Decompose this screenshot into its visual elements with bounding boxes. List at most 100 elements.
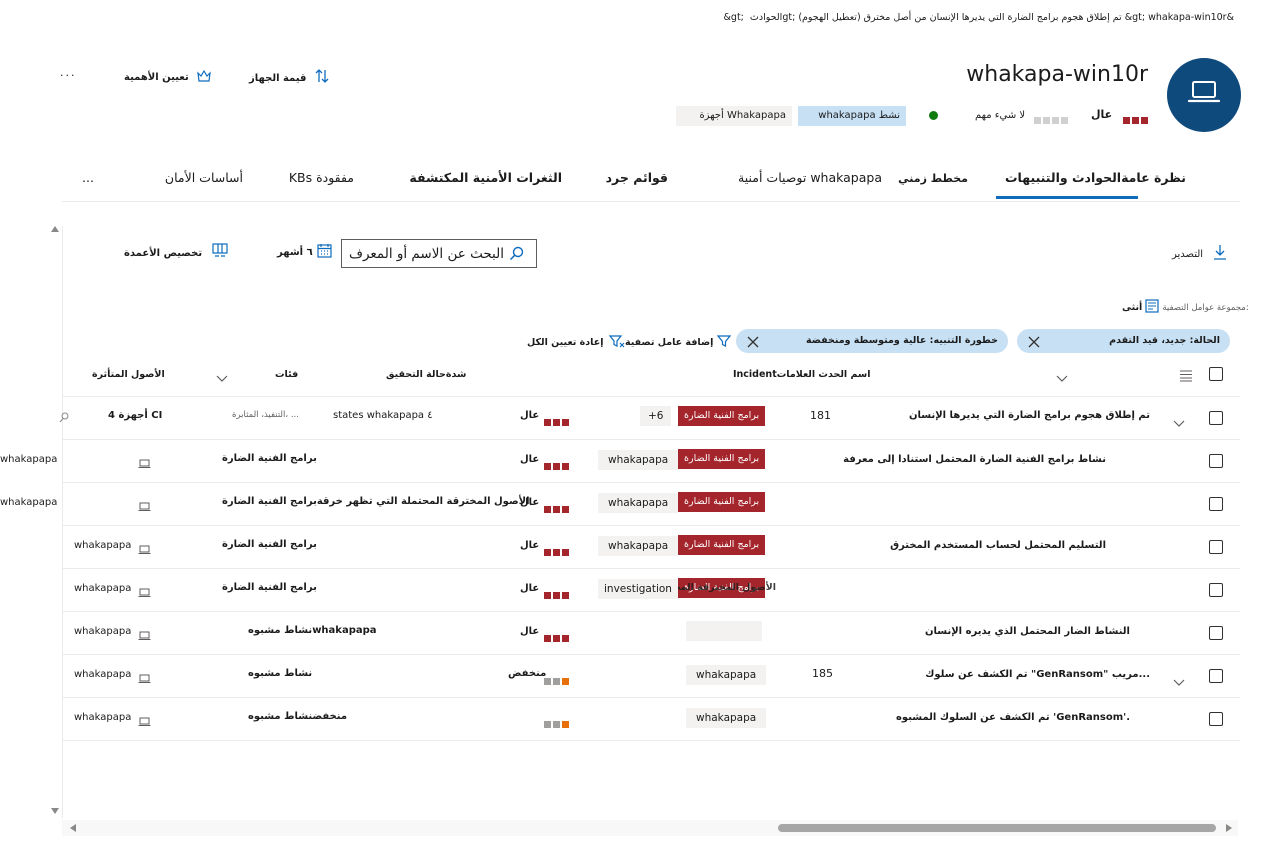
filter-set-label: مجموعة عوامل التصفية:	[1162, 302, 1249, 313]
tab-security-recommendations[interactable]: توصيات أمنية whakapapa	[738, 170, 882, 185]
row-checkbox[interactable]	[1209, 497, 1223, 511]
more-actions-button[interactable]: ...	[60, 66, 77, 79]
table-row[interactable]: تم إطلاق هجوم برامج الضارة التي يديرها ا…	[59, 397, 1240, 440]
tab-missing-kbs[interactable]: KBs مفقودة	[289, 170, 354, 185]
tab-security-baselines[interactable]: أساسات الأمان	[165, 170, 243, 185]
search-input[interactable]: البحث عن الاسم أو المعرف	[341, 239, 537, 268]
row-checkbox[interactable]	[1209, 454, 1223, 468]
row-density-icon[interactable]	[1179, 367, 1193, 386]
table-row[interactable]: تم الكشف عن السلوك المشبوه 'GenRansom'. …	[62, 698, 1240, 741]
laptop-icon	[138, 583, 151, 602]
customize-columns-button[interactable]: تخصيص الأعمدة	[124, 243, 228, 263]
table-row[interactable]: النشاط الضار المحتمل الذي يديره الإنسان …	[62, 612, 1240, 655]
tabs-overflow-button[interactable]: ...	[82, 170, 94, 185]
reset-all-button[interactable]: إعادة تعيين الكل	[527, 333, 625, 352]
entity-chip[interactable]: whakapapa	[598, 536, 679, 556]
horizontal-scrollbar-thumb[interactable]	[778, 824, 1216, 832]
row-checkbox[interactable]	[1209, 411, 1223, 425]
crown-icon	[196, 68, 211, 87]
impacted-asset-name[interactable]: whakapapa	[74, 540, 131, 551]
search-icon[interactable]	[59, 409, 69, 428]
breadcrumb[interactable]: &gt; الحوادث ‏gt;‎ تم إطلاق هجوم برامج ا…	[724, 12, 1234, 23]
column-header-incident[interactable]: Incidentاسم الحدث العلامات	[733, 369, 871, 380]
incident-name[interactable]: تم إطلاق هجوم برامج الضارة التي يديرها ا…	[909, 410, 1150, 421]
categories-text: نشاط مشبوه	[248, 668, 313, 679]
select-all-checkbox[interactable]	[1209, 367, 1223, 381]
alert-name[interactable]: النشاط الضار المحتمل الذي يديره الإنسان	[925, 626, 1130, 637]
row-checkbox[interactable]	[1209, 669, 1223, 683]
entity-chip[interactable]: investigation	[598, 579, 678, 599]
categories-text: التنفيذ، المثابرة، ...	[232, 410, 299, 420]
search-icon	[509, 246, 524, 265]
severity-label: عال	[520, 454, 540, 465]
tab-discovered-vulnerabilities[interactable]: الثغرات الأمنية المكتشفة	[409, 170, 562, 185]
chevron-down-icon[interactable]	[1056, 368, 1068, 387]
filter-pill-severity[interactable]: خطورة التنبيه: عالية ومتوسطة ومنخفضة	[736, 329, 1008, 353]
tab-timeline[interactable]: مخطط زمني	[898, 172, 968, 185]
chevron-down-icon[interactable]	[216, 368, 228, 387]
incident-id: 185	[812, 667, 833, 680]
set-criticality-button[interactable]: تعيين الأهمية	[124, 68, 211, 87]
row-checkbox[interactable]	[1209, 540, 1223, 554]
table-row[interactable]: تم الكشف عن سلوك "GenRansom" مريب... 185…	[62, 655, 1240, 698]
active-tab-indicator	[996, 196, 1138, 199]
filter-pill-status[interactable]: الحالة: جديد، قيد التقدم	[1017, 329, 1230, 353]
tab-inventories[interactable]: قوائم جرد	[606, 170, 668, 185]
download-icon	[1213, 244, 1227, 264]
severity-indicator-high	[543, 412, 570, 431]
export-button[interactable]: التصدير	[1172, 244, 1227, 264]
row-checkbox[interactable]	[1209, 626, 1223, 640]
entity-chip[interactable]: whakapapa	[686, 708, 767, 728]
expand-chevron-icon[interactable]	[1173, 413, 1185, 432]
filter-status-label: الحالة: جديد، قيد التقدم	[1109, 335, 1220, 346]
alert-name[interactable]: نشاط برامج الفنية الضارة المحتمل استنادا…	[843, 454, 1106, 465]
impacted-asset-name[interactable]: whakapapa	[0, 497, 57, 508]
date-range-picker[interactable]: ٦ أشهر	[277, 243, 332, 262]
impacted-asset-name[interactable]: whakapapa	[74, 669, 131, 680]
add-filter-button[interactable]: إضافة عامل تصفية	[625, 333, 732, 352]
table-row[interactable]: نشاط برامج الفنية الضارة المحتمل استنادا…	[0, 440, 1240, 483]
remove-filter-icon[interactable]	[746, 334, 760, 353]
severity-indicator-high	[543, 542, 570, 561]
impacted-asset-name[interactable]: whakapapa	[74, 583, 131, 594]
row-checkbox[interactable]	[1209, 583, 1223, 597]
entity-chip[interactable]: whakapapa	[598, 450, 679, 470]
filter-set-selector[interactable]: أنثى مجموعة عوامل التصفية:	[1122, 298, 1249, 317]
reset-all-label: إعادة تعيين الكل	[527, 337, 604, 348]
table-row[interactable]: برامج الفنية الضارة whakapapa عال الأصول…	[0, 483, 1240, 526]
scroll-right-arrow-icon[interactable]	[1226, 824, 1232, 832]
incident-name[interactable]: تم الكشف عن سلوك "GenRansom" مريب...	[925, 669, 1150, 680]
alert-name[interactable]: تم الكشف عن السلوك المشبوه 'GenRansom'.	[896, 712, 1130, 723]
laptop-icon	[138, 626, 151, 645]
expand-chevron-icon[interactable]	[1173, 672, 1185, 691]
category-badge: برامج الفنية الضارة	[678, 492, 766, 512]
table-row[interactable]: برامج الفنية الضارة الأصول المخترقة المح…	[62, 569, 1240, 612]
impacted-assets[interactable]: أجهزة 4 CI	[108, 410, 162, 421]
column-header-categories[interactable]: فئات	[275, 369, 298, 380]
remove-filter-icon[interactable]	[1027, 334, 1041, 353]
entity-chip[interactable]: whakapapa	[686, 665, 767, 685]
tab-overview-incidents[interactable]: نظرة عامةالحوادث والتنبيهات	[1005, 170, 1186, 185]
severity-label: عال	[520, 626, 540, 637]
scroll-left-arrow-icon[interactable]	[70, 824, 76, 832]
column-header-impacted-assets[interactable]: الأصول المتأثرة	[92, 369, 165, 380]
row-checkbox[interactable]	[1209, 712, 1223, 726]
device-tag-chip[interactable]: أجهزة Whakapapa	[676, 106, 792, 126]
impacted-asset-name[interactable]: whakapapa	[74, 626, 131, 637]
more-tags-chip[interactable]: +6	[640, 406, 672, 426]
impacted-asset-name[interactable]: whakapapa	[0, 454, 57, 465]
scroll-up-arrow-icon[interactable]	[51, 226, 59, 232]
table-row[interactable]: التسليم المحتمل لحساب المستخدم المخترق ب…	[62, 526, 1240, 569]
add-filter-label: إضافة عامل تصفية	[625, 337, 714, 348]
active-status-dot	[929, 111, 938, 120]
alert-name[interactable]: التسليم المحتمل لحساب المستخدم المخترق	[890, 540, 1106, 551]
severity-indicator-low	[543, 671, 570, 690]
scroll-down-arrow-icon[interactable]	[51, 808, 59, 814]
entity-chip[interactable]: whakapapa	[598, 493, 679, 513]
severity-indicator-high	[543, 585, 570, 604]
categories-text: برامج الفنية الضارة	[222, 539, 317, 550]
impacted-asset-name[interactable]: whakapapa	[74, 712, 131, 723]
device-value-button[interactable]: قيمة الجهاز	[249, 68, 330, 88]
column-header-investigation[interactable]: شدةحالة التحقيق	[386, 369, 466, 380]
laptop-icon	[138, 497, 151, 516]
